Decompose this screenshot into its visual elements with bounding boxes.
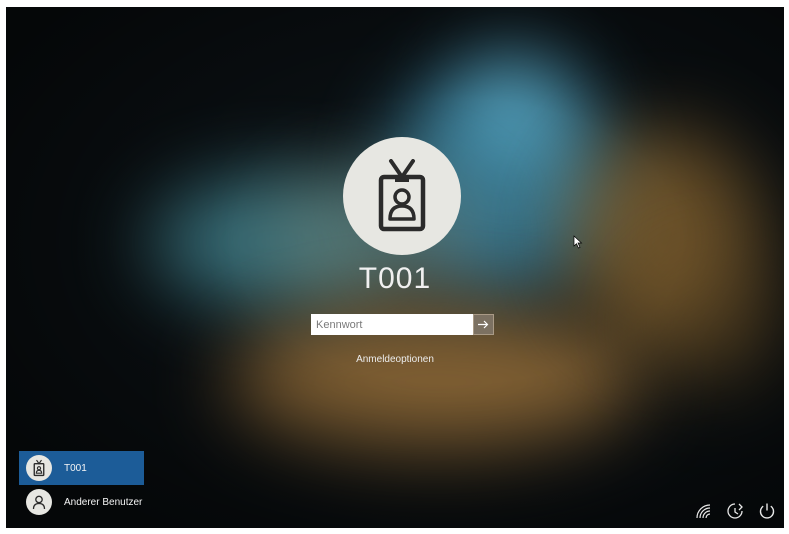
user-item-other-user[interactable]: Anderer Benutzer: [19, 485, 144, 519]
user-avatar-small: [26, 455, 52, 481]
user-switcher: T001 Anderer Benutzer: [19, 451, 144, 519]
ease-of-access-icon[interactable]: [724, 500, 746, 522]
submit-button[interactable]: [473, 314, 494, 335]
password-field[interactable]: [311, 314, 473, 335]
power-icon[interactable]: [756, 500, 778, 522]
person-icon: [32, 495, 46, 510]
account-name: T001: [358, 262, 432, 295]
user-avatar-small: [26, 489, 52, 515]
network-icon[interactable]: [692, 500, 714, 522]
user-item-t001[interactable]: T001: [19, 451, 144, 485]
sign-in-options-link[interactable]: Anmeldeoptionen: [6, 354, 784, 365]
system-tray: [692, 500, 778, 522]
password-row: [311, 314, 494, 335]
lock-screen: T001 Anmeldeoptionen T001 Anderer Benutz…: [6, 7, 784, 528]
arrow-right-icon: [478, 320, 489, 329]
user-avatar: [343, 137, 461, 255]
user-item-label: T001: [64, 462, 87, 474]
mouse-cursor-icon: [573, 235, 583, 249]
id-badge-icon: [33, 459, 45, 477]
id-badge-icon: [378, 159, 426, 232]
user-item-label: Anderer Benutzer: [64, 496, 143, 508]
